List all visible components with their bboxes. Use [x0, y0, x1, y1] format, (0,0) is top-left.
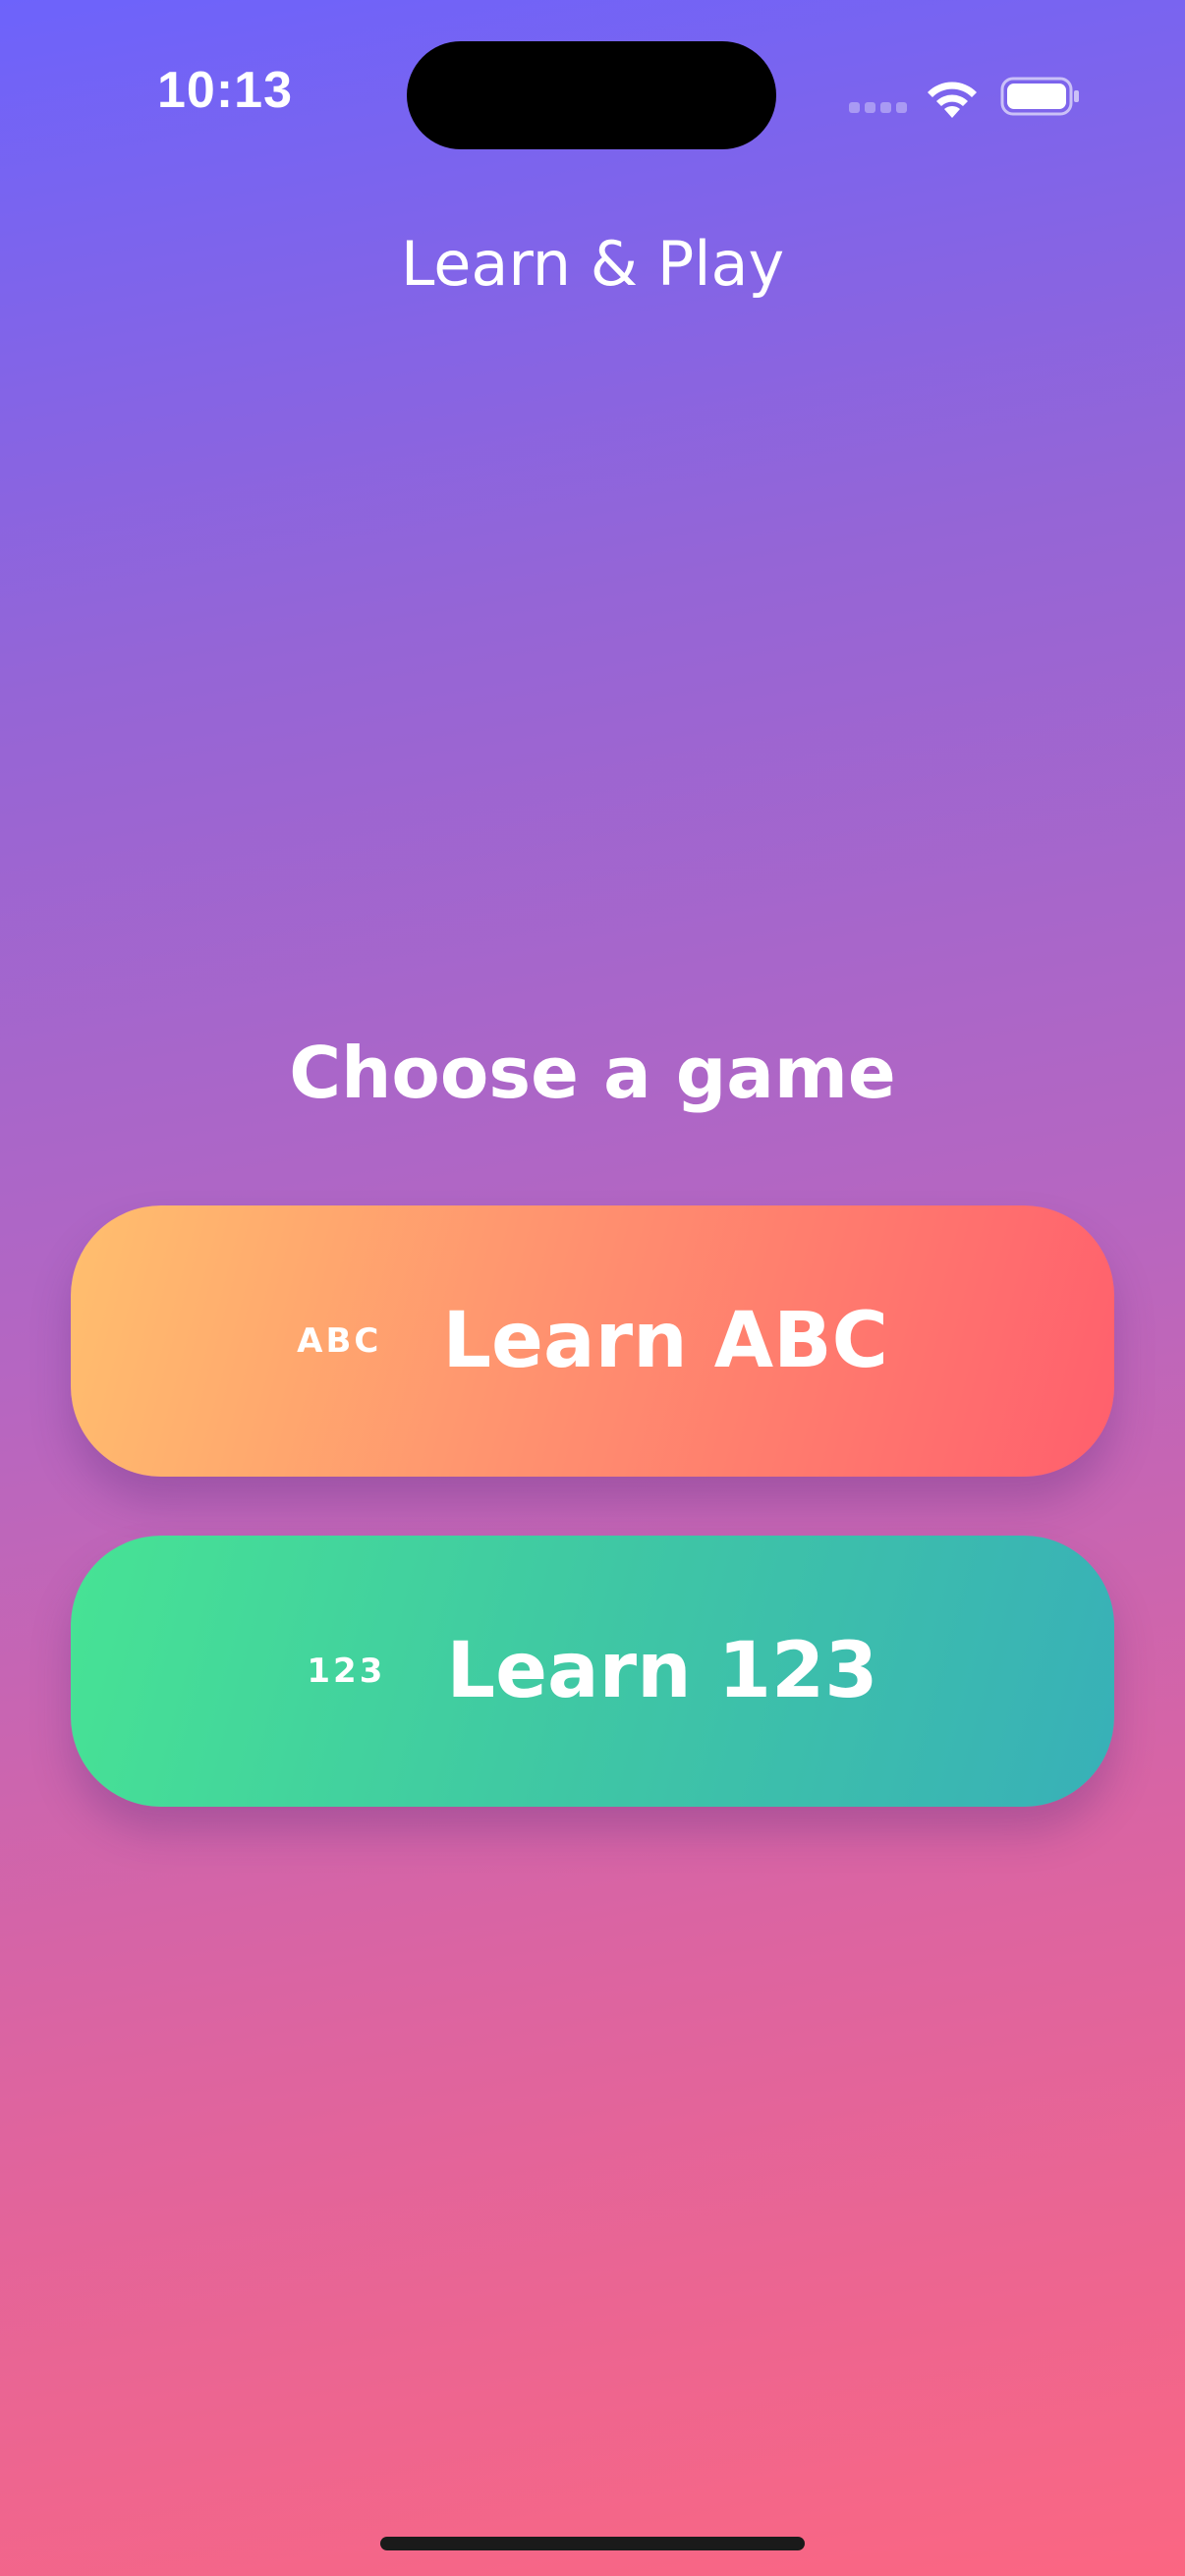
home-indicator[interactable]	[380, 2537, 805, 2550]
status-time: 10:13	[157, 62, 293, 119]
learn-abc-label: Learn ABC	[442, 1297, 888, 1385]
app-title: Learn & Play	[400, 228, 785, 300]
learn-abc-button[interactable]: ABC Learn ABC	[71, 1205, 1114, 1477]
abc-icon: ABC	[297, 1321, 382, 1361]
section-title: Choose a game	[289, 1032, 896, 1114]
battery-icon	[1000, 77, 1079, 116]
learn-123-label: Learn 123	[446, 1627, 878, 1715]
status-bar: 10:13	[0, 0, 1185, 177]
wifi-icon	[928, 82, 977, 118]
dynamic-island	[407, 41, 776, 149]
learn-123-button[interactable]: 123 Learn 123	[71, 1536, 1114, 1807]
cellular-signal-icon	[849, 102, 908, 116]
numbers-icon: 123	[307, 1652, 386, 1691]
